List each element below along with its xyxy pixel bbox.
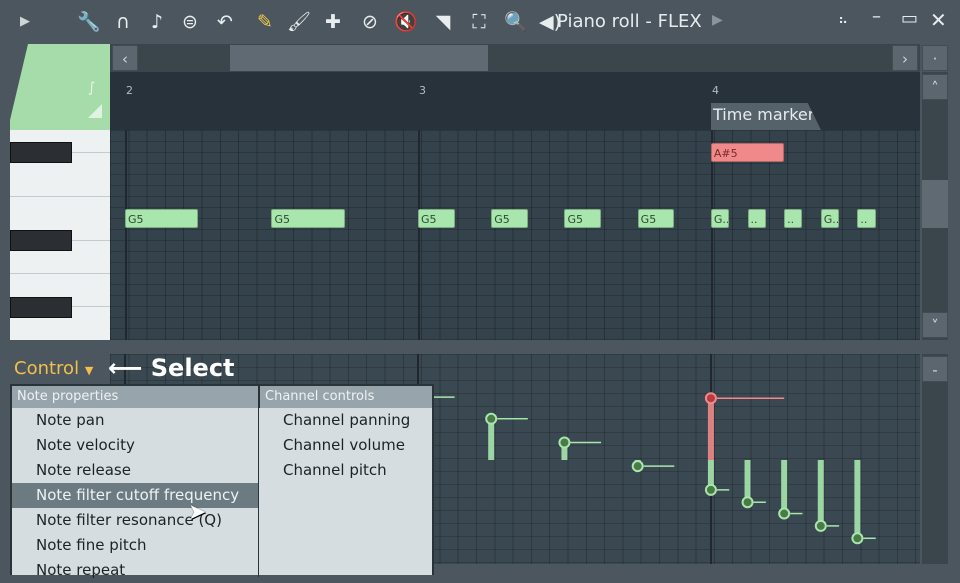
- select-annotation: ⟵ Select: [108, 354, 235, 382]
- undo-icon[interactable]: ↶: [212, 9, 238, 35]
- magnet-icon[interactable]: ∩: [110, 9, 136, 35]
- control-label: Control: [14, 358, 80, 379]
- piano-keyboard[interactable]: [10, 130, 110, 340]
- menu-item[interactable]: Channel volume: [259, 433, 505, 458]
- menu-header-note-properties: Note properties: [12, 386, 258, 408]
- note[interactable]: G5: [491, 209, 528, 228]
- lane-zoom-button[interactable]: -: [922, 356, 948, 382]
- event-handle[interactable]: [704, 483, 717, 496]
- bar-number: 4: [712, 84, 719, 97]
- note-icon[interactable]: ♪: [144, 9, 170, 35]
- pencil-icon[interactable]: ✎: [252, 9, 278, 35]
- maximize-button[interactable]: ▭: [901, 8, 918, 29]
- event-handle[interactable]: [741, 496, 754, 509]
- time-marker[interactable]: Time marker: [711, 103, 821, 130]
- arrow-left-icon: ⟵: [108, 354, 143, 382]
- scroll-left-button[interactable]: ‹: [112, 45, 138, 71]
- mute-icon[interactable]: 🔇: [393, 9, 419, 35]
- scroll-down-button[interactable]: ˅: [922, 312, 948, 338]
- vertical-scrollbar[interactable]: ˄ ˅: [922, 72, 948, 340]
- bar-line: [418, 130, 420, 340]
- menu-item[interactable]: Note pan: [12, 408, 258, 433]
- zoom-corner-button[interactable]: ·: [922, 45, 948, 71]
- bar-line: [125, 130, 127, 340]
- event-handle[interactable]: [814, 519, 827, 532]
- menu-item[interactable]: Channel panning: [259, 408, 505, 433]
- event-handle[interactable]: [631, 460, 644, 473]
- note[interactable]: G..: [710, 209, 730, 228]
- zoom-icon[interactable]: 🔍: [503, 9, 529, 35]
- note[interactable]: G5: [564, 209, 602, 228]
- annotation-text: Select: [150, 354, 235, 382]
- note[interactable]: G..: [820, 209, 840, 228]
- menu-item[interactable]: Note fine pitch: [12, 533, 258, 558]
- note[interactable]: G5: [637, 209, 675, 228]
- black-key[interactable]: [10, 230, 72, 251]
- event-stem: [781, 460, 788, 514]
- menu-item[interactable]: Note release: [12, 458, 258, 483]
- black-key[interactable]: [10, 297, 72, 318]
- horizontal-scrollbar[interactable]: ‹ ›: [110, 44, 920, 72]
- menu-item[interactable]: Note velocity: [12, 433, 258, 458]
- delete-circle-icon[interactable]: ⊘: [357, 9, 383, 35]
- scroll-up-button[interactable]: ˄: [922, 74, 948, 100]
- note[interactable]: ..: [784, 209, 803, 228]
- note[interactable]: G5: [271, 209, 345, 228]
- paint-brush-plus-icon[interactable]: ✚: [320, 9, 346, 35]
- slice-icon[interactable]: ◥: [430, 9, 456, 35]
- scroll-thumb[interactable]: [922, 180, 948, 228]
- note[interactable]: G5: [417, 209, 455, 228]
- bar-number: 3: [419, 84, 426, 97]
- play-arrow-icon[interactable]: ▶: [12, 9, 38, 35]
- event-handle[interactable]: [851, 532, 864, 545]
- minimize-button[interactable]: –: [872, 6, 881, 27]
- note-grid[interactable]: G5 G5 G5 G5 G5 G5 A#5 G...... G....: [110, 130, 920, 340]
- event-handle[interactable]: [778, 507, 791, 520]
- event-stem: [744, 460, 751, 503]
- paint-brush-icon[interactable]: 🖌: [286, 9, 312, 35]
- event-handle[interactable]: [704, 392, 717, 405]
- event-stem: [707, 398, 714, 460]
- snap-icon[interactable]: ⠦: [838, 12, 848, 28]
- scroll-right-button[interactable]: ›: [892, 45, 918, 71]
- menu-item[interactable]: Note repeat: [12, 558, 258, 583]
- note[interactable]: G5: [125, 209, 199, 228]
- toolbar: ▶ 🔧 ∩ ♪ ⊜ ↶ ✎ 🖌 ✚ ⊘ 🔇 ◥ ⛶ 🔍 ◀): [0, 0, 960, 44]
- triangle-icon: [88, 104, 102, 118]
- note[interactable]: ..: [857, 209, 876, 228]
- lane-scrollbar[interactable]: -: [922, 354, 948, 564]
- event-stem: [817, 460, 824, 526]
- title-arrow-icon[interactable]: ▶: [712, 12, 723, 28]
- note[interactable]: ..: [747, 209, 766, 228]
- note[interactable]: A#5: [710, 143, 785, 162]
- select-icon[interactable]: ⛶: [466, 9, 492, 35]
- menu-header-channel-controls: Channel controls: [259, 386, 432, 408]
- close-button[interactable]: ✕: [930, 8, 947, 32]
- event-handle[interactable]: [558, 436, 571, 449]
- menu-item[interactable]: Channel pitch: [259, 458, 505, 483]
- wrench-icon[interactable]: 🔧: [76, 9, 102, 35]
- window-title: Piano roll - FLEX: [557, 11, 702, 32]
- curve-icon: ∫: [88, 80, 96, 96]
- menu-item[interactable]: Note filter resonance (Q): [12, 508, 258, 533]
- menu-circle-icon[interactable]: ⊜: [177, 9, 203, 35]
- scroll-thumb[interactable]: [230, 45, 488, 71]
- control-dropdown[interactable]: Control ▼: [14, 358, 93, 379]
- bar-number: 2: [126, 84, 133, 97]
- black-key[interactable]: [10, 142, 72, 163]
- menu-item[interactable]: Note filter cutoff frequency: [12, 483, 258, 508]
- mouse-cursor-icon: ➤: [188, 500, 207, 525]
- control-menu: Note properties Channel controls Note pa…: [10, 384, 434, 579]
- event-stem: [854, 460, 861, 539]
- chevron-down-icon: ▼: [84, 364, 94, 377]
- pane-splitter[interactable]: [10, 340, 950, 354]
